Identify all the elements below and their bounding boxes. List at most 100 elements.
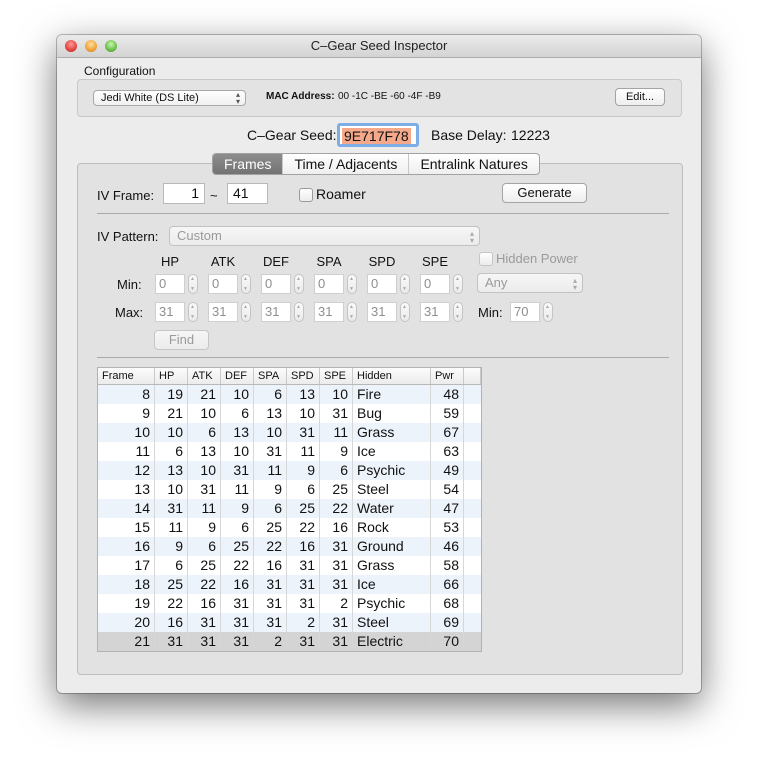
- column-header-frame[interactable]: Frame: [98, 368, 155, 384]
- min-hp-stepper[interactable]: [188, 274, 198, 294]
- min-spa-input[interactable]: 0: [314, 274, 344, 294]
- min-spd-stepper[interactable]: [400, 274, 410, 294]
- hp-min-input[interactable]: 70: [510, 302, 540, 322]
- cell-hidden: Bug: [353, 404, 431, 423]
- cell-frame: 11: [98, 442, 155, 461]
- cell-def: 10: [221, 385, 254, 404]
- min-spe-stepper[interactable]: [453, 274, 463, 294]
- max-spe-stepper[interactable]: [453, 302, 463, 322]
- min-spe-input[interactable]: 0: [420, 274, 450, 294]
- roamer-checkbox[interactable]: [299, 188, 313, 202]
- column-header-spa[interactable]: SPA: [254, 368, 287, 384]
- cell-hp: 6: [155, 556, 188, 575]
- max-def-input[interactable]: 31: [261, 302, 291, 322]
- max-spa-input[interactable]: 31: [314, 302, 344, 322]
- min-def-stepper[interactable]: [294, 274, 304, 294]
- table-row[interactable]: 8 19 21 10 6 13 10 Fire 48: [98, 385, 481, 404]
- title-bar[interactable]: C–Gear Seed Inspector: [57, 35, 701, 58]
- select-arrows-icon: ▴ ▾: [572, 276, 577, 292]
- tab-bar: Frames Time / Adjacents Entralink Nature…: [212, 153, 540, 175]
- cell-hp: 31: [155, 499, 188, 518]
- max-spa-stepper[interactable]: [347, 302, 357, 322]
- table-row[interactable]: 14 31 11 9 6 25 22 Water 47: [98, 499, 481, 518]
- column-header-spe[interactable]: SPE: [320, 368, 353, 384]
- cell-spa: 22: [254, 537, 287, 556]
- generate-button[interactable]: Generate: [502, 183, 587, 203]
- max-spd-input[interactable]: 31: [367, 302, 397, 322]
- table-row[interactable]: 9 21 10 6 13 10 31 Bug 59: [98, 404, 481, 423]
- tab-frames[interactable]: Frames: [213, 154, 283, 174]
- cell-extra: [464, 613, 481, 632]
- cell-spd: 10: [287, 404, 320, 423]
- table-row[interactable]: 17 6 25 22 16 31 31 Grass 58: [98, 556, 481, 575]
- column-header-hidden[interactable]: Hidden: [353, 368, 431, 384]
- cell-hp: 25: [155, 575, 188, 594]
- edit-button[interactable]: Edit...: [615, 88, 665, 106]
- column-header-atk[interactable]: ATK: [188, 368, 221, 384]
- cell-spe: 10: [320, 385, 353, 404]
- table-row[interactable]: 19 22 16 31 31 31 2 Psychic 68: [98, 594, 481, 613]
- cell-atk: 13: [188, 442, 221, 461]
- max-hp-input[interactable]: 31: [155, 302, 185, 322]
- table-row[interactable]: 18 25 22 16 31 31 31 Ice 66: [98, 575, 481, 594]
- cell-hidden: Steel: [353, 613, 431, 632]
- cell-hp: 10: [155, 423, 188, 442]
- min-spa-stepper[interactable]: [347, 274, 357, 294]
- seed-input[interactable]: 9E717F78: [337, 123, 419, 147]
- cell-spe: 9: [320, 442, 353, 461]
- frame-end-input[interactable]: 41: [227, 183, 268, 204]
- iv-pattern-select[interactable]: Custom ▴ ▾: [169, 226, 480, 246]
- column-header-pwr[interactable]: Pwr: [431, 368, 464, 384]
- column-header-def[interactable]: DEF: [221, 368, 254, 384]
- max-spe-input[interactable]: 31: [420, 302, 450, 322]
- column-header-spd[interactable]: SPD: [287, 368, 320, 384]
- cell-def: 6: [221, 518, 254, 537]
- cell-spe: 11: [320, 423, 353, 442]
- table-row[interactable]: 15 11 9 6 25 22 16 Rock 53: [98, 518, 481, 537]
- table-row[interactable]: 12 13 10 31 11 9 6 Psychic 49: [98, 461, 481, 480]
- max-atk-input[interactable]: 31: [208, 302, 238, 322]
- column-header-hp[interactable]: HP: [155, 368, 188, 384]
- hidden-power-type-select[interactable]: Any ▴ ▾: [477, 273, 583, 293]
- cell-atk: 31: [188, 480, 221, 499]
- column-header-extra[interactable]: [464, 368, 481, 384]
- profile-select[interactable]: Jedi White (DS Lite) ▴ ▾: [93, 90, 246, 106]
- cell-frame: 12: [98, 461, 155, 480]
- max-hp-stepper[interactable]: [188, 302, 198, 322]
- cell-pwr: 46: [431, 537, 464, 556]
- tab-time-adjacents[interactable]: Time / Adjacents: [282, 154, 408, 174]
- cell-pwr: 59: [431, 404, 464, 423]
- table-row[interactable]: 10 10 6 13 10 31 11 Grass 67: [98, 423, 481, 442]
- min-atk-stepper[interactable]: [241, 274, 251, 294]
- cell-atk: 31: [188, 632, 221, 651]
- hidden-power-checkbox[interactable]: [479, 252, 493, 266]
- table-row[interactable]: 16 9 6 25 22 16 31 Ground 46: [98, 537, 481, 556]
- min-hp-input[interactable]: 0: [155, 274, 185, 294]
- cell-def: 31: [221, 461, 254, 480]
- hp-min-stepper[interactable]: [543, 302, 553, 322]
- max-def-stepper[interactable]: [294, 302, 304, 322]
- cell-def: 31: [221, 594, 254, 613]
- max-atk-stepper[interactable]: [241, 302, 251, 322]
- table-row[interactable]: 21 31 31 31 2 31 31 Electric 70: [98, 632, 481, 651]
- cell-spd: 2: [287, 613, 320, 632]
- table-body: 8 19 21 10 6 13 10 Fire 48 9 21 10 6 13 10 31 Bug 59 10 10 6…: [98, 385, 481, 651]
- cell-frame: 16: [98, 537, 155, 556]
- table-row[interactable]: 13 10 31 11 9 6 25 Steel 54: [98, 480, 481, 499]
- cell-pwr: 70: [431, 632, 464, 651]
- table-row[interactable]: 11 6 13 10 31 11 9 Ice 63: [98, 442, 481, 461]
- min-atk-input[interactable]: 0: [208, 274, 238, 294]
- seed-input-value: 9E717F78: [342, 128, 411, 144]
- cell-frame: 13: [98, 480, 155, 499]
- cell-atk: 10: [188, 404, 221, 423]
- tab-entralink-natures[interactable]: Entralink Natures: [408, 154, 538, 174]
- frame-start-input[interactable]: 1: [163, 183, 205, 204]
- find-button[interactable]: Find: [154, 330, 209, 350]
- min-spd-input[interactable]: 0: [367, 274, 397, 294]
- min-def-input[interactable]: 0: [261, 274, 291, 294]
- max-spd-stepper[interactable]: [400, 302, 410, 322]
- cell-hidden: Water: [353, 499, 431, 518]
- table-row[interactable]: 20 16 31 31 31 2 31 Steel 69: [98, 613, 481, 632]
- cell-spd: 9: [287, 461, 320, 480]
- cell-spe: 31: [320, 575, 353, 594]
